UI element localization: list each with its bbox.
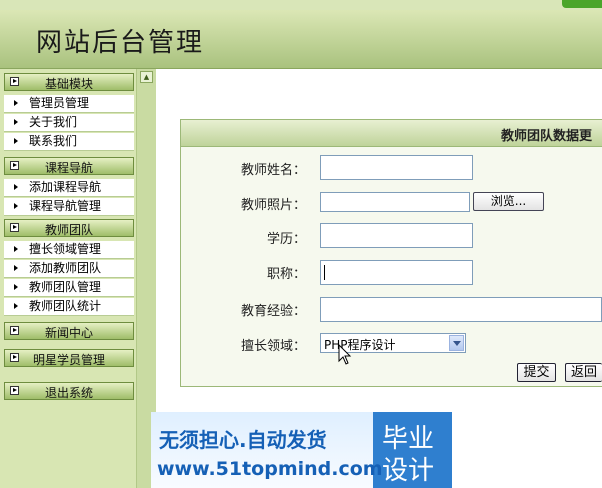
label-teacher-photo: 教师照片： xyxy=(240,198,306,213)
chevron-down-icon[interactable] xyxy=(449,335,464,351)
top-right-button[interactable] xyxy=(562,0,602,8)
label-title: 职称： xyxy=(266,267,306,282)
arrow-bullet-icon xyxy=(14,100,18,106)
sidebar-item-add-course-nav[interactable]: 添加课程导航 xyxy=(4,179,134,197)
arrow-bullet-icon xyxy=(14,138,18,144)
sidebar-item-label: 教师团队统计 xyxy=(29,299,102,313)
sidebar-item-label: 联系我们 xyxy=(29,134,78,148)
arrow-bullet-icon xyxy=(14,203,18,209)
ad-right-text-2: 设计 xyxy=(382,456,435,486)
sidebar-item-label: 课程导航管理 xyxy=(29,199,102,213)
arrow-bullet-icon xyxy=(14,284,18,290)
sidebar-item-course-nav-manage[interactable]: 课程导航管理 xyxy=(4,198,134,216)
label-teacher-name: 教师姓名： xyxy=(240,163,306,178)
page-title: 网站后台管理 xyxy=(36,28,205,58)
title-input[interactable] xyxy=(320,260,473,285)
sidebar-item-teacher-manage[interactable]: 教师团队管理 xyxy=(4,279,134,297)
sidebar-item-admin[interactable]: 管理员管理 xyxy=(4,95,134,113)
sidebar-item-label: 关于我们 xyxy=(29,115,78,129)
sidebar-item-contact[interactable]: 联系我们 xyxy=(4,133,134,151)
arrow-bullet-icon xyxy=(14,265,18,271)
sidebar-item-label: 添加教师团队 xyxy=(29,261,102,275)
top-strip xyxy=(0,0,602,10)
submit-button[interactable]: 提交 xyxy=(517,363,556,382)
label-specialty: 擅长领域： xyxy=(240,339,306,354)
experience-input[interactable] xyxy=(320,297,602,322)
label-education: 学历： xyxy=(266,232,306,247)
sidebar-item-add-teacher[interactable]: 添加教师团队 xyxy=(4,260,134,278)
sidebar-item-label: 管理员管理 xyxy=(29,96,90,110)
sidebar-group-label: 新闻中心 xyxy=(44,326,93,340)
sidebar-group-course-nav[interactable]: 课程导航 xyxy=(4,157,134,175)
sidebar-group-label: 退出系统 xyxy=(44,386,93,400)
header-banner: 网站后台管理 xyxy=(0,10,602,69)
sidebar-group-label: 基础模块 xyxy=(44,77,93,91)
ad-left-panel: 无须担心.自动发货 www.51topmind.com xyxy=(151,412,383,488)
sidebar-group-news[interactable]: 新闻中心 xyxy=(4,322,134,340)
arrow-bullet-icon xyxy=(14,246,18,252)
sidebar-group-logout[interactable]: 退出系统 xyxy=(4,382,134,400)
sidebar-group-star-students[interactable]: 明星学员管理 xyxy=(4,349,134,367)
label-experience: 教育经验： xyxy=(240,304,306,319)
arrow-bullet-icon xyxy=(14,184,18,190)
sidebar-item-specialty-manage[interactable]: 擅长领域管理 xyxy=(4,241,134,259)
ad-banner[interactable]: 无须担心.自动发货 www.51topmind.com 毕业 设计 xyxy=(151,412,452,488)
sidebar-group-label: 课程导航 xyxy=(44,161,93,175)
specialty-selected-value: PHP程序设计 xyxy=(324,338,396,352)
text-caret xyxy=(324,265,325,280)
sidebar-group-basic[interactable]: 基础模块 xyxy=(4,73,134,91)
sidebar-item-about[interactable]: 关于我们 xyxy=(4,114,134,132)
mouse-pointer-icon xyxy=(338,344,352,365)
sidebar-group-label: 教师团队 xyxy=(44,223,93,237)
sidebar-group-teachers[interactable]: 教师团队 xyxy=(4,219,134,237)
sidebar-item-label: 教师团队管理 xyxy=(29,280,102,294)
back-button[interactable]: 返回 xyxy=(565,363,602,382)
sidebar-group-label: 明星学员管理 xyxy=(32,353,105,367)
ad-url: www.51topmind.com xyxy=(157,458,383,480)
collapse-up-icon[interactable]: ▲ xyxy=(140,71,153,83)
sidebar-item-label: 擅长领域管理 xyxy=(29,242,102,256)
sidebar: 基础模块 管理员管理 关于我们 联系我们 课程导航 添加课程导航 课程导航管理 … xyxy=(0,69,136,488)
arrow-bullet-icon xyxy=(14,119,18,125)
teacher-photo-file-input[interactable] xyxy=(320,192,470,212)
sidebar-item-label: 添加课程导航 xyxy=(29,180,102,194)
sidebar-item-teacher-stats[interactable]: 教师团队统计 xyxy=(4,298,134,316)
form-title: 教师团队数据更 xyxy=(501,129,593,144)
teacher-name-input[interactable] xyxy=(320,155,473,180)
education-input[interactable] xyxy=(320,223,473,248)
arrow-bullet-icon xyxy=(14,303,18,309)
browse-button[interactable]: 浏览... xyxy=(473,192,544,211)
panel-header: 教师团队数据更 xyxy=(181,120,602,147)
ad-slogan: 无须担心.自动发货 xyxy=(159,428,327,452)
